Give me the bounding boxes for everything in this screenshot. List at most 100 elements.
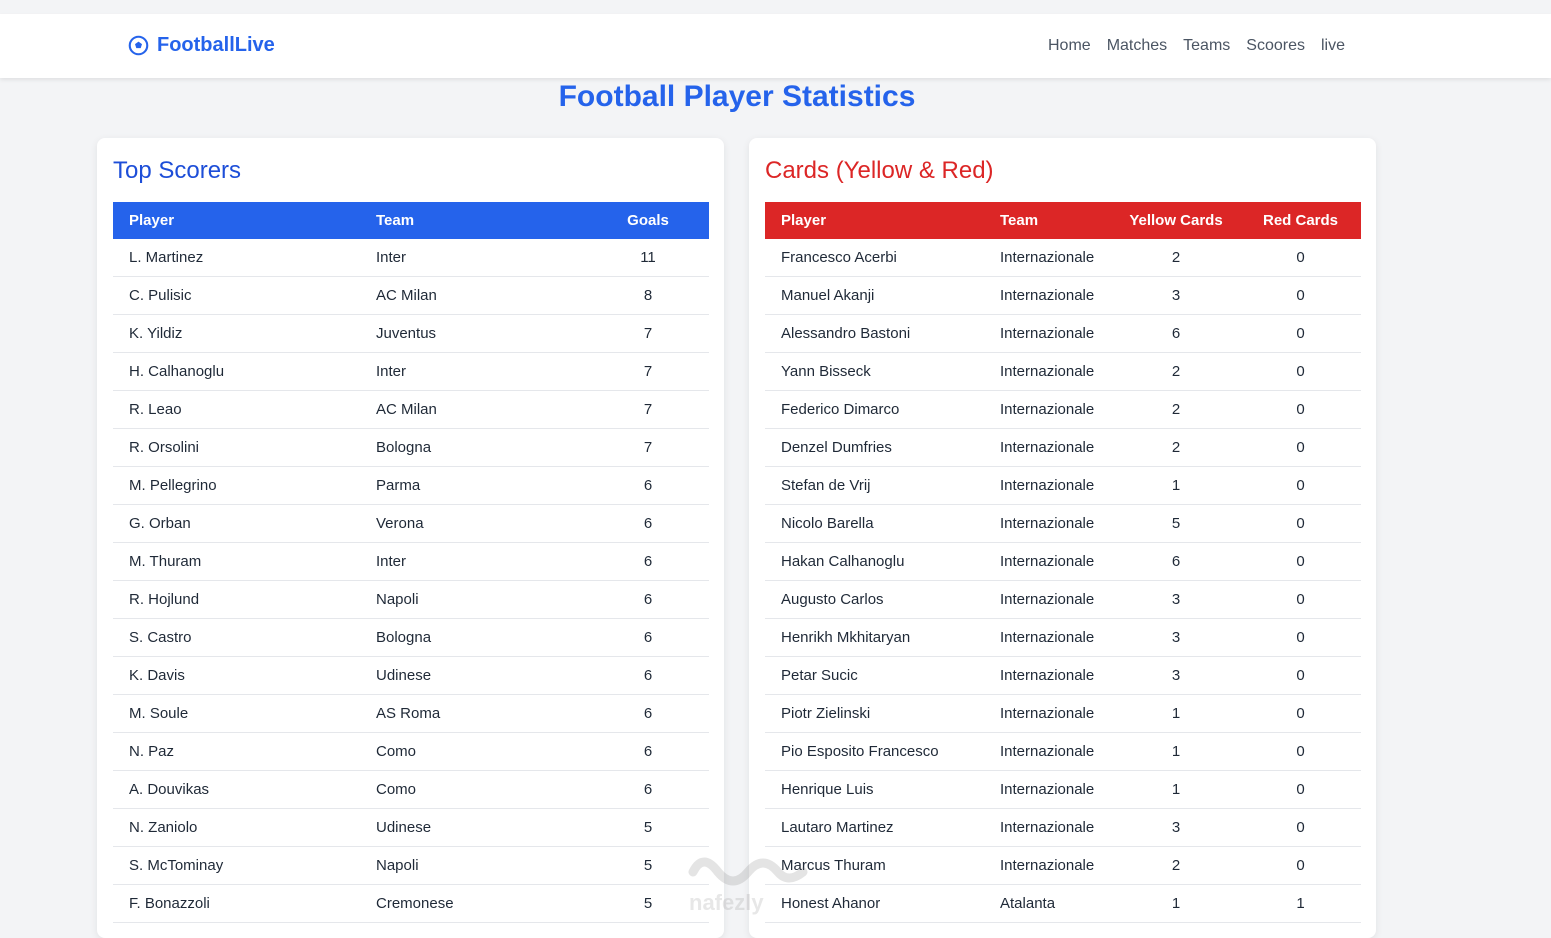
table-cell: 0: [1240, 618, 1361, 657]
table-cell: Stefan de Vrij: [765, 466, 984, 505]
table-cell: Parma: [360, 466, 587, 505]
table-cell: Internazionale: [984, 276, 1112, 315]
table-cell: 0: [1240, 580, 1361, 619]
table-cell: M. Soule: [113, 694, 360, 733]
table-cell: AS Roma: [360, 694, 587, 733]
cards-title: Cards (Yellow & Red): [765, 157, 994, 184]
table-cell: 2: [1112, 239, 1240, 277]
table-row: Augusto Carlos Internazionale 3 0: [765, 580, 1361, 619]
nav-teams-link[interactable]: Teams: [1183, 37, 1230, 55]
table-row: Marcus Thuram Internazionale 2 0: [765, 846, 1361, 885]
table-cell: R. Hojlund: [113, 580, 360, 619]
watermark-text: nafezly: [689, 890, 764, 915]
table-cell: S. Castro: [113, 618, 360, 657]
column-header-player: Player: [765, 202, 984, 239]
column-header-team: Team: [984, 202, 1112, 239]
table-cell: AC Milan: [360, 390, 587, 429]
table-cell: Bologna: [360, 618, 587, 657]
table-row: K. Davis Udinese 6: [113, 656, 709, 695]
table-cell: A. Douvikas: [113, 770, 360, 809]
table-cell: Manuel Akanji: [765, 276, 984, 315]
table-cell: Juventus: [360, 314, 587, 353]
table-cell: 3: [1112, 276, 1240, 315]
table-cell: Denzel Dumfries: [765, 428, 984, 467]
football-icon: [128, 35, 149, 56]
table-cell: Internazionale: [984, 504, 1112, 543]
table-cell: Internazionale: [984, 846, 1112, 885]
brand-name: FootballLive: [157, 34, 275, 56]
table-cell: 6: [587, 504, 709, 543]
table-cell: 0: [1240, 390, 1361, 429]
table-cell: 0: [1240, 770, 1361, 809]
table-row: R. Leao AC Milan 7: [113, 390, 709, 429]
table-cell: 5: [1112, 504, 1240, 543]
table-row: Petar Sucic Internazionale 3 0: [765, 656, 1361, 695]
table-row: Alessandro Bastoni Internazionale 6 0: [765, 314, 1361, 353]
nav-live-link[interactable]: live: [1321, 37, 1345, 55]
table-cell: L. Martinez: [113, 239, 360, 277]
brand-logo[interactable]: FootballLive: [128, 34, 275, 57]
table-cell: Internazionale: [984, 352, 1112, 391]
table-cell: Henrikh Mkhitaryan: [765, 618, 984, 657]
table-cell: 1: [1112, 770, 1240, 809]
top-scorers-table: Player Team Goals L. Martinez Inter 11 C. P…: [113, 202, 709, 923]
table-row: Henrikh Mkhitaryan Internazionale 3 0: [765, 618, 1361, 657]
table-cell: M. Pellegrino: [113, 466, 360, 505]
cards-card: Cards (Yellow & Red) Player Team Yellow …: [749, 138, 1376, 938]
table-cell: 1: [1112, 466, 1240, 505]
table-cell: 0: [1240, 466, 1361, 505]
table-cell: 2: [1112, 352, 1240, 391]
table-cell: 1: [1112, 884, 1240, 923]
table-row: A. Douvikas Como 6: [113, 770, 709, 809]
table-row: Francesco Acerbi Internazionale 2 0: [765, 239, 1361, 277]
table-cell: Piotr Zielinski: [765, 694, 984, 733]
table-cell: G. Orban: [113, 504, 360, 543]
table-cell: Atalanta: [984, 884, 1112, 923]
nav-matches-link[interactable]: Matches: [1107, 37, 1167, 55]
table-cell: R. Orsolini: [113, 428, 360, 467]
table-row: Federico Dimarco Internazionale 2 0: [765, 390, 1361, 429]
column-header-player: Player: [113, 202, 360, 239]
table-cell: 0: [1240, 846, 1361, 885]
nav-home-link[interactable]: Home: [1048, 37, 1091, 55]
table-row: H. Calhanoglu Inter 7: [113, 352, 709, 391]
table-cell: Inter: [360, 352, 587, 391]
table-row: Stefan de Vrij Internazionale 1 0: [765, 466, 1361, 505]
table-cell: 0: [1240, 504, 1361, 543]
table-cell: Alessandro Bastoni: [765, 314, 984, 353]
table-row: S. McTominay Napoli 5: [113, 846, 709, 885]
cards-table: Player Team Yellow Cards Red Cards Franc…: [765, 202, 1361, 923]
table-row: G. Orban Verona 6: [113, 504, 709, 543]
table-row: Lautaro Martinez Internazionale 3 0: [765, 808, 1361, 847]
table-cell: Internazionale: [984, 694, 1112, 733]
table-cell: 0: [1240, 542, 1361, 581]
table-cell: Bologna: [360, 428, 587, 467]
table-row: F. Bonazzoli Cremonese 5: [113, 884, 709, 923]
table-cell: F. Bonazzoli: [113, 884, 360, 923]
table-cell: Internazionale: [984, 239, 1112, 277]
table-cell: Internazionale: [984, 808, 1112, 847]
table-cell: 0: [1240, 694, 1361, 733]
watermark-logo: nafezly: [683, 832, 813, 922]
table-cell: Internazionale: [984, 732, 1112, 771]
table-row: Yann Bisseck Internazionale 2 0: [765, 352, 1361, 391]
table-row: Pio Esposito Francesco Internazionale 1 0: [765, 732, 1361, 771]
table-cell: Verona: [360, 504, 587, 543]
table-cell: Udinese: [360, 656, 587, 695]
table-cell: 2: [1112, 390, 1240, 429]
table-cell: 1: [1112, 694, 1240, 733]
nav-scores-link[interactable]: Scoores: [1246, 37, 1305, 55]
table-cell: 0: [1240, 808, 1361, 847]
table-cell: Nicolo Barella: [765, 504, 984, 543]
table-cell: C. Pulisic: [113, 276, 360, 315]
table-cell: 0: [1240, 239, 1361, 277]
table-row: Hakan Calhanoglu Internazionale 6 0: [765, 542, 1361, 581]
table-cell: 2: [1112, 846, 1240, 885]
navbar: FootballLive Home Matches Teams Scoores …: [0, 14, 1551, 78]
table-cell: N. Zaniolo: [113, 808, 360, 847]
table-row: R. Orsolini Bologna 7: [113, 428, 709, 467]
table-cell: 6: [587, 542, 709, 581]
table-cell: Federico Dimarco: [765, 390, 984, 429]
nav-links: Home Matches Teams Scoores live: [1048, 37, 1345, 55]
table-cell: 6: [587, 656, 709, 695]
